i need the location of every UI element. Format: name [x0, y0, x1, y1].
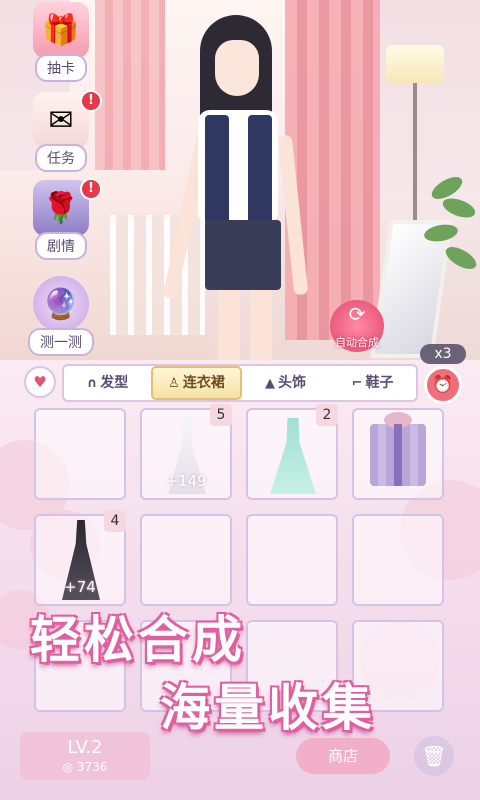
dressup-scene: 🎁 抽卡 ✉ 任务 ! 🌹 剧情 ! 🔮 测一测 ⟳ 自动合成 [0, 0, 480, 360]
tab-headwear[interactable]: ▲ 头饰 [242, 368, 329, 398]
coin-count: 3736 [76, 760, 108, 774]
heart-icon: ♥ [33, 373, 47, 391]
item-slot-empty[interactable] [352, 514, 444, 606]
level-label: LV.2 [67, 737, 103, 758]
category-tabs: ∩ 发型 ♙ 连衣裙 ▲ 头饰 ⌐ 鞋子 [62, 364, 418, 402]
story-alert-badge: ! [80, 178, 102, 200]
task-label: 任务 [35, 144, 87, 172]
draw-card-label: 抽卡 [35, 54, 87, 82]
quiz-button[interactable]: 🔮 测一测 [22, 276, 100, 356]
item-bonus: +74 [64, 578, 96, 596]
character-avatar[interactable] [162, 10, 320, 360]
item-slot-empty[interactable] [246, 514, 338, 606]
story-label: 剧情 [35, 232, 87, 260]
crystal-ball-icon: 🔮 [33, 276, 89, 332]
quiz-label: 测一测 [28, 328, 94, 356]
task-button[interactable]: ✉ 任务 ! [22, 90, 102, 172]
item-slot-white-dress[interactable]: 5 +149 [140, 404, 232, 500]
coin-icon: ◎ [62, 760, 77, 774]
tab-shoes[interactable]: ⌐ 鞋子 [329, 368, 416, 398]
potted-plant [420, 170, 480, 340]
item-count: 2 [316, 404, 338, 426]
alarm-clock-icon: ⏰ [432, 375, 454, 395]
timer-button[interactable]: ⏰ [424, 366, 462, 404]
trash-icon: 🗑 [421, 744, 447, 768]
dress-icon: ♙ [168, 376, 180, 391]
trash-button[interactable]: 🗑 [414, 736, 454, 776]
item-count: 4 [104, 510, 126, 532]
hair-icon: ∩ [86, 376, 98, 391]
item-slot-gift-box[interactable] [352, 408, 444, 500]
auto-merge-button[interactable]: ⟳ 自动合成 [330, 300, 384, 352]
item-slot-black-gown[interactable]: 4 +74 [34, 510, 126, 606]
item-slot-empty[interactable] [34, 408, 126, 500]
favorite-button[interactable]: ♥ [24, 366, 56, 398]
tab-dress[interactable]: ♙ 连衣裙 [151, 366, 242, 400]
level-button[interactable]: LV.2 ◎ 3736 [20, 732, 150, 780]
item-count: 5 [210, 404, 232, 426]
promo-line-2: 海量收集 [160, 679, 376, 737]
heel-shoe-icon: ⌐ [351, 376, 363, 391]
task-alert-badge: ! [80, 90, 102, 112]
item-slot-green-dress[interactable]: 2 [246, 404, 338, 500]
item-slot-empty[interactable] [140, 514, 232, 606]
mint-green-dress-icon [270, 418, 316, 494]
floor-lamp [386, 45, 444, 83]
wardrobe-panel: x3 ♥ ∩ 发型 ♙ 连衣裙 ▲ 头饰 ⌐ 鞋子 ⏰ 5 +149 2 4 +74 L… [0, 344, 480, 800]
promo-line-1: 轻松合成 [30, 611, 246, 669]
hat-icon: ▲ [265, 376, 275, 391]
story-button[interactable]: 🌹 剧情 ! [22, 178, 102, 260]
auto-merge-label: 自动合成 [335, 336, 379, 349]
item-bonus: +149 [165, 472, 207, 490]
purple-gift-box-icon [370, 412, 426, 486]
draw-card-button[interactable]: 🎁 抽卡 [22, 2, 100, 82]
refresh-icon: ⟳ [348, 302, 366, 326]
multiplier-badge: x3 [420, 344, 466, 364]
tab-hair[interactable]: ∩ 发型 [64, 368, 151, 398]
shop-button[interactable]: 商店 [296, 738, 390, 774]
gift-box-icon: 🎁 [33, 2, 89, 58]
